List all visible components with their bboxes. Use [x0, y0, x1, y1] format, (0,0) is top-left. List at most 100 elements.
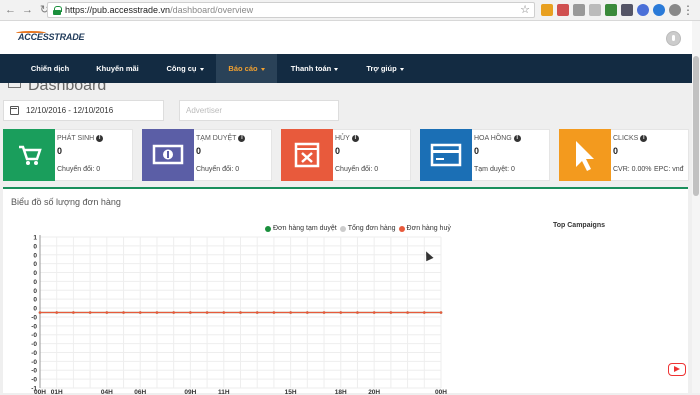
y-tick-label: -0 — [31, 332, 37, 339]
data-point — [389, 311, 393, 314]
x-tick-label: 04H — [101, 389, 113, 395]
address-bar[interactable]: https://pub.accesstrade.vn/dashboard/ove… — [47, 2, 535, 18]
data-point — [322, 311, 326, 314]
logo[interactable]: ACCESSTRADE — [18, 32, 85, 42]
x-tick-label: 20H — [368, 389, 380, 395]
data-point — [122, 311, 125, 314]
data-point — [255, 311, 259, 314]
nav-item-cong-cu[interactable]: Công cụ — [155, 54, 215, 83]
info-icon[interactable]: i — [351, 135, 359, 142]
y-tick-label: 0 — [33, 297, 37, 304]
info-icon[interactable]: i — [238, 135, 246, 142]
data-point — [439, 311, 443, 314]
y-tick-label: -0 — [31, 341, 37, 348]
extension-icon[interactable] — [605, 4, 617, 16]
stat-card-hoa-hong: HOA HỒNG i 0 Tạm duyệt: 0 — [420, 129, 550, 181]
dashboard-icon — [8, 83, 21, 88]
data-point — [356, 311, 359, 314]
data-point — [172, 311, 175, 314]
extension-icon[interactable] — [637, 4, 649, 16]
x-tick-label: 15H — [285, 389, 297, 395]
extension-icon[interactable] — [653, 4, 665, 16]
y-tick-label: -0 — [31, 350, 37, 357]
card-label: TẠM DUYỆT i — [196, 135, 246, 142]
info-icon[interactable]: i — [96, 135, 104, 142]
y-tick-label: -0 — [31, 359, 37, 366]
card-value: 0 — [196, 146, 202, 156]
data-point — [289, 311, 292, 314]
x-tick-label: 01H — [51, 389, 63, 395]
data-point — [138, 311, 142, 314]
card-label: HOA HỒNG i — [474, 135, 521, 142]
card-value: 0 — [474, 146, 480, 156]
x-tick-label: 00H — [435, 389, 447, 395]
line-chart: 100000000-0-0-0-0-0-0-0-0-100H 01H 04H 06H 0… — [31, 235, 447, 395]
chevron-down-icon — [399, 67, 404, 71]
nav-item-khuyen-mai[interactable]: Khuyến mãi — [85, 54, 150, 83]
advertiser-select[interactable]: Advertiser — [179, 100, 339, 121]
nav-item-bao-cao[interactable]: Báo cáo — [216, 54, 277, 83]
card-value: 0 — [57, 146, 63, 156]
back-icon[interactable]: ← — [4, 4, 17, 17]
avatar[interactable] — [666, 31, 681, 46]
stat-card-clicks: CLICKS i 0 CVR: 0.00% EPC: vnđ — [559, 129, 689, 181]
data-point — [339, 311, 343, 314]
card-sub: Tạm duyệt: 0 — [474, 166, 515, 173]
url-path: /dashboard/overview — [170, 5, 254, 15]
date-range-value: 12/10/2016 - 12/10/2016 — [26, 106, 114, 115]
card-sub: CVR: 0.00% — [613, 166, 652, 173]
extension-icon[interactable] — [669, 4, 681, 16]
stat-card-tam-duyet: TẠM DUYỆT i 0 Chuyển đổi: 0 — [142, 129, 272, 181]
card-value: 0 — [335, 146, 341, 156]
nav-item-label: Thanh toán — [290, 64, 332, 73]
card-sub-epc: EPC: vnđ — [654, 166, 684, 173]
nav-item-label: Khuyến mãi — [96, 64, 139, 73]
extension-icon[interactable] — [541, 4, 553, 16]
info-icon[interactable]: i — [640, 135, 648, 142]
x-tick-label: 11H — [218, 389, 230, 395]
data-point — [272, 311, 276, 314]
data-point — [422, 311, 426, 314]
calendar-icon — [10, 106, 19, 115]
nav-item-label: Công cụ — [166, 64, 197, 73]
data-point — [155, 311, 159, 314]
card-value: 0 — [613, 146, 619, 156]
browser-toolbar: ← → ↻ https://pub.accesstrade.vn/dashboa… — [0, 0, 700, 21]
info-icon[interactable]: i — [513, 135, 521, 142]
extension-icon[interactable] — [557, 4, 569, 16]
data-point — [55, 311, 59, 314]
card-sub: Chuyển đổi: 0 — [57, 166, 101, 173]
date-range-input[interactable]: 12/10/2016 - 12/10/2016 — [3, 100, 164, 121]
y-tick-label: 0 — [33, 306, 37, 313]
pointer-icon — [559, 129, 611, 181]
scrollbar[interactable] — [692, 21, 700, 393]
extension-icon[interactable] — [589, 4, 601, 16]
main-nav-front: Chiến dịch Khuyến mãi Công cụ Báo cáo Th… — [0, 54, 700, 83]
browser-menu-icon[interactable]: ⋮ — [682, 3, 694, 17]
y-tick-label: 1 — [33, 235, 37, 242]
chevron-down-icon — [334, 67, 339, 71]
nav-item-tro-giup[interactable]: Trợ giúp — [355, 54, 415, 83]
extension-icon[interactable] — [621, 4, 633, 16]
data-point — [205, 311, 209, 314]
cancel-calendar-icon — [281, 129, 333, 181]
extension-icon[interactable] — [573, 4, 585, 16]
chevron-down-icon — [260, 67, 265, 71]
forward-icon[interactable]: → — [21, 4, 34, 17]
nav-item-thanh-toan[interactable]: Thanh toán — [282, 54, 347, 83]
nav-item-chien-dich[interactable]: Chiến dịch — [20, 54, 80, 83]
y-tick-label: 0 — [33, 270, 37, 277]
card-label: PHÁT SINH i — [57, 135, 104, 142]
cart-icon — [3, 129, 55, 181]
data-point — [406, 311, 409, 314]
card-sub: Chuyển đổi: 0 — [196, 166, 240, 173]
bookmark-star-icon[interactable]: ☆ — [520, 3, 530, 16]
chart-panel: Biểu đồ số lượng đơn hàng Đơn hàng tạm d… — [3, 187, 688, 395]
scroll-thumb[interactable] — [693, 56, 699, 196]
data-point — [222, 311, 226, 314]
stat-card-huy: HỦY i 0 Chuyển đổi: 0 — [281, 129, 411, 181]
youtube-icon[interactable] — [668, 363, 686, 376]
data-point — [72, 311, 75, 314]
nav-item-label: Báo cáo — [228, 64, 258, 73]
card-label: CLICKS i — [613, 135, 648, 142]
